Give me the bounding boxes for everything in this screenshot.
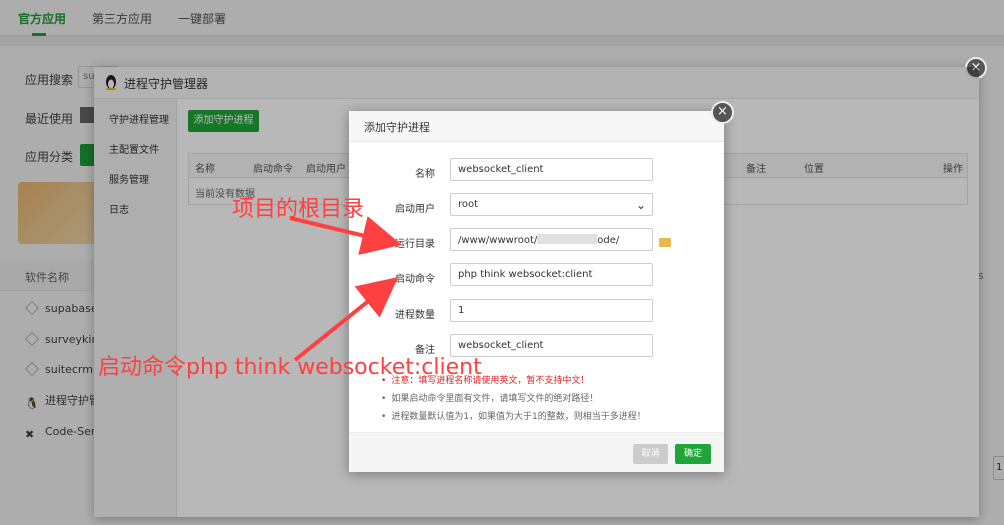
user-select[interactable]: root ⌄ bbox=[450, 193, 653, 216]
user-label: 启动用户 bbox=[395, 204, 435, 215]
dialog-title: 添加守护进程 bbox=[364, 121, 430, 134]
annotation-root-dir: 项目的根目录 bbox=[232, 197, 365, 222]
dialog-footer: 取消 确定 bbox=[349, 432, 724, 472]
cancel-button[interactable]: 取消 bbox=[633, 444, 668, 464]
run-directory-suffix: ode/ bbox=[597, 235, 620, 246]
dir-label: 运行目录 bbox=[395, 239, 435, 250]
process-count-field[interactable]: 1 bbox=[450, 299, 653, 322]
user-select-value: root bbox=[458, 199, 479, 210]
name-field[interactable]: websocket_client bbox=[450, 158, 653, 181]
annotation-start-command: 启动命令php think websocket:client bbox=[98, 355, 482, 380]
run-directory-field[interactable]: /www/wwwroot/ode/ bbox=[450, 228, 653, 251]
help-note: 如果启动命令里面有文件，请填写文件的绝对路径！ bbox=[381, 391, 598, 404]
dialog-titlebar: 添加守护进程 bbox=[349, 111, 724, 142]
command-label: 启动命令 bbox=[395, 274, 435, 285]
name-label: 名称 bbox=[415, 169, 435, 180]
confirm-button[interactable]: 确定 bbox=[675, 444, 711, 464]
close-icon[interactable]: × bbox=[711, 101, 734, 124]
redacted-path-segment bbox=[537, 234, 598, 244]
help-note: 进程数量默认值为1，如果值为大于1的整数，则相当于多进程！ bbox=[381, 409, 645, 422]
chevron-down-icon: ⌄ bbox=[635, 198, 646, 212]
folder-icon[interactable] bbox=[659, 238, 671, 247]
start-command-field[interactable]: php think websocket:client bbox=[450, 263, 653, 286]
add-daemon-dialog: 添加守护进程 名称 websocket_client 启动用户 root ⌄ 运… bbox=[349, 111, 724, 472]
run-directory-prefix: /www/wwwroot/ bbox=[458, 235, 538, 246]
count-label: 进程数量 bbox=[395, 310, 435, 321]
